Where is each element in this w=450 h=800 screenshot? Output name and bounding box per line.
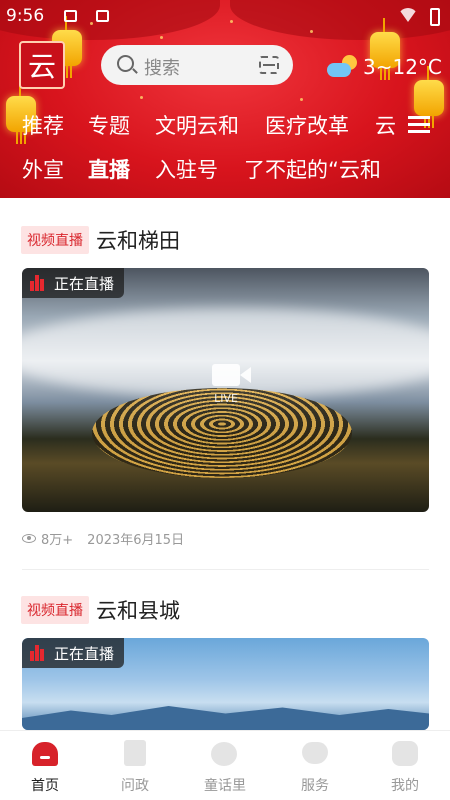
- sparkle-decoration: [310, 30, 313, 33]
- notification-icon: [96, 10, 109, 22]
- tab-label: 服务: [301, 778, 329, 794]
- channel-tabs-row2: 外宣 直播 入驻号 了不起的“云和: [0, 154, 450, 190]
- card-title[interactable]: 云和县城: [96, 595, 180, 625]
- search-placeholder: 搜索: [144, 58, 180, 79]
- tab-fairytale[interactable]: 童话里: [180, 731, 270, 800]
- heart-icon: [301, 740, 329, 766]
- tab-label: 问政: [121, 778, 149, 794]
- mountain-decoration: [22, 706, 429, 730]
- weather-temperature: 3~12°C: [363, 55, 442, 79]
- weather-widget[interactable]: 3~12°C: [327, 52, 442, 82]
- channel-menu-icon[interactable]: [408, 116, 430, 134]
- channel-tab[interactable]: 了不起的“云和: [244, 154, 381, 184]
- publish-date: 2023年6月15日: [87, 532, 185, 548]
- app-screen: 9:56 云 搜索 3~12°C 推荐 专题 文明云和 医疗改革 云 外宣 直播…: [0, 0, 450, 800]
- view-count: 8万+: [41, 532, 74, 548]
- tab-inquiry[interactable]: 问政: [90, 731, 180, 800]
- live-bars-icon: [30, 275, 44, 291]
- channel-tab[interactable]: 云: [375, 110, 396, 140]
- channel-tab[interactable]: 专题: [88, 110, 130, 140]
- bubble-icon: [211, 740, 239, 766]
- live-status-badge: 正在直播: [22, 268, 125, 298]
- live-video-tag: 视频直播: [21, 226, 89, 254]
- tab-label: 我的: [391, 778, 419, 794]
- tab-services[interactable]: 服务: [270, 731, 360, 800]
- live-text: LIVE: [214, 392, 238, 405]
- bottom-tab-bar: 首页 问政 童话里 服务 我的: [0, 730, 450, 800]
- channel-tab-active[interactable]: 直播: [88, 154, 130, 184]
- status-bar: 9:56: [0, 4, 450, 28]
- live-status-label: 正在直播: [54, 644, 115, 663]
- channel-tab[interactable]: 文明云和: [155, 110, 239, 140]
- live-thumbnail[interactable]: 正在直播 LIVE: [22, 268, 429, 512]
- sparkle-decoration: [300, 98, 303, 101]
- search-icon: [117, 55, 134, 72]
- sparkle-decoration: [140, 96, 143, 99]
- tab-home[interactable]: 首页: [0, 731, 90, 800]
- battery-icon: [430, 8, 440, 26]
- channel-tabs-row1: 推荐 专题 文明云和 医疗改革 云: [0, 110, 450, 146]
- partly-cloudy-icon: [327, 55, 357, 79]
- video-camera-icon: LIVE: [206, 364, 251, 410]
- eye-icon: [22, 533, 36, 543]
- profile-icon: [391, 740, 419, 766]
- channel-tab[interactable]: 推荐: [22, 110, 64, 140]
- app-logo[interactable]: 云: [19, 41, 65, 89]
- channel-tab[interactable]: 入驻号: [155, 154, 218, 184]
- live-status-badge: 正在直播: [22, 638, 125, 668]
- divider: [22, 569, 429, 570]
- card-meta: 8万+ 2023年6月15日: [22, 528, 184, 548]
- status-time: 9:56: [6, 6, 45, 26]
- festive-header: 9:56 云 搜索 3~12°C 推荐 专题 文明云和 医疗改革 云 外宣 直播…: [0, 0, 450, 198]
- sparkle-decoration: [160, 36, 163, 39]
- card-title[interactable]: 云和梯田: [96, 225, 180, 255]
- channel-tab[interactable]: 外宣: [22, 154, 64, 184]
- home-icon: [31, 740, 59, 766]
- scan-icon[interactable]: [259, 56, 279, 74]
- live-video-tag: 视频直播: [21, 596, 89, 624]
- channel-tab[interactable]: 医疗改革: [265, 110, 349, 140]
- live-thumbnail[interactable]: 正在直播: [22, 638, 429, 730]
- tab-profile[interactable]: 我的: [360, 731, 450, 800]
- tab-label: 首页: [31, 778, 59, 794]
- document-icon: [121, 740, 149, 766]
- notification-icon: [64, 10, 77, 22]
- feed-card-header: 视频直播 云和县城: [21, 595, 180, 625]
- tab-label: 童话里: [204, 778, 246, 794]
- live-bars-icon: [30, 645, 44, 661]
- live-status-label: 正在直播: [54, 274, 115, 293]
- wifi-icon: [398, 8, 418, 22]
- feed-card-header: 视频直播 云和梯田: [21, 225, 180, 255]
- search-bar[interactable]: 搜索: [101, 45, 293, 85]
